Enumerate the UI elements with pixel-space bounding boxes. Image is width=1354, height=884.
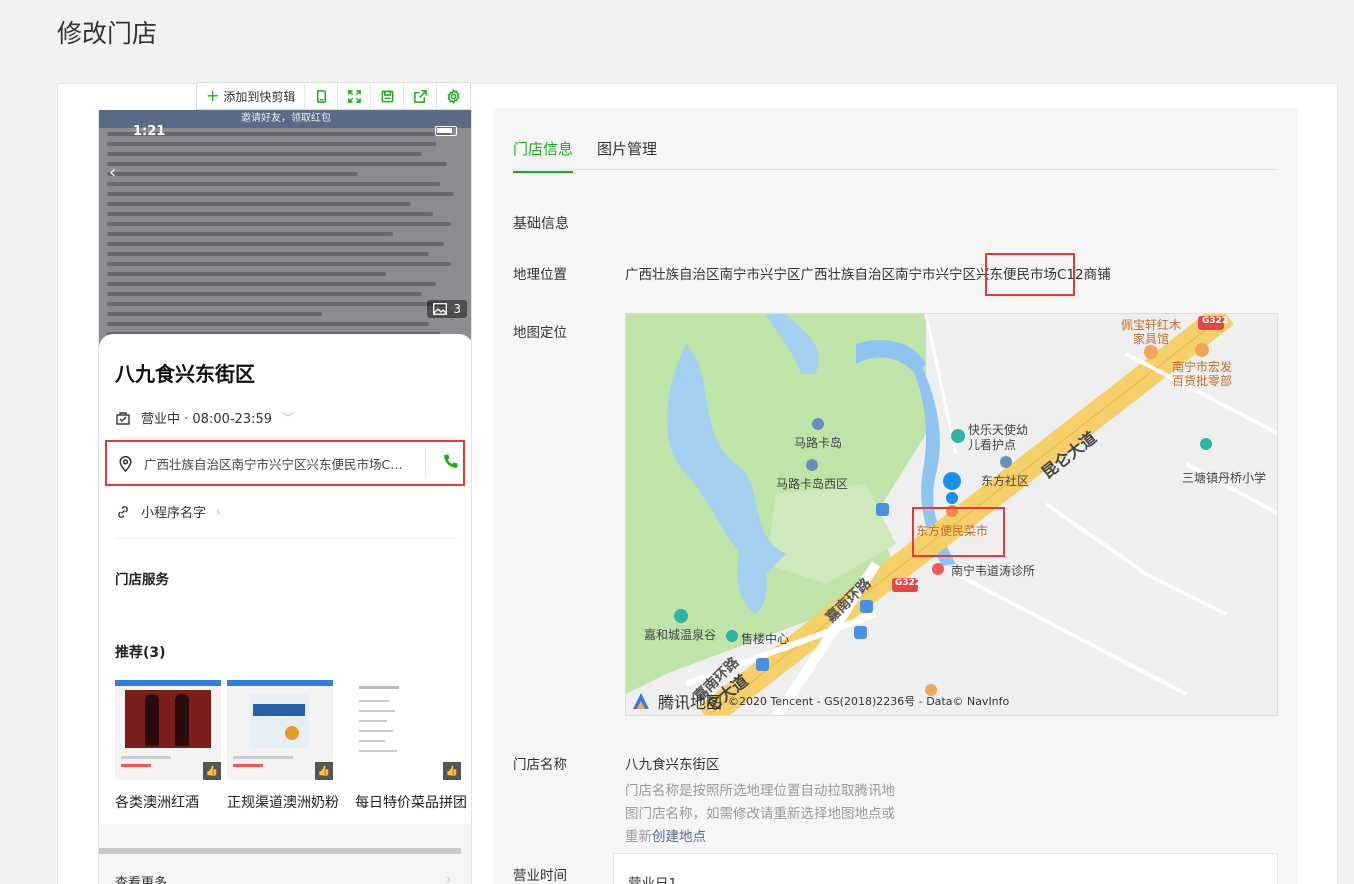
business-hours-row[interactable]: 营业中 · 08:00-23:59 ﹀ <box>115 408 294 427</box>
banner-article-lines <box>107 132 465 346</box>
store-name-value: 八九食兴东街区 <box>625 757 720 773</box>
phone-icon <box>444 454 458 468</box>
call-button[interactable] <box>442 453 459 474</box>
hours-value: 营业日1 <box>628 876 678 884</box>
store-services-title: 门店服务 <box>115 572 169 588</box>
tab-underline <box>513 169 1278 170</box>
recommend-thumbnail: 👍 <box>227 680 333 780</box>
recommend-item[interactable]: 👍 各类澳洲红酒 <box>115 680 221 812</box>
address-highlight-box <box>985 253 1075 296</box>
map-label-kindergarten: 快乐天使幼儿看护点 <box>968 423 1029 452</box>
map-label-malu-island: 马路卡岛 <box>794 436 843 450</box>
store-info-card: 八九食兴东街区 营业中 · 08:00-23:59 ﹀ 广西壮族自治区南宁市兴宁… <box>99 334 471 626</box>
mini-program-name: 小程序名字 <box>141 506 207 521</box>
add-to-clip-button[interactable]: + 添加到快剪辑 <box>197 83 306 109</box>
map-label-dongfang-community: 东方社区 <box>981 474 1030 488</box>
recommend-item-name: 各类澳洲红酒 <box>115 795 199 811</box>
create-location-link[interactable]: 创建地点 <box>652 829 706 845</box>
map-copyright: ©2020 Tencent - GS(2018)2236号 - Data© Na… <box>728 695 1010 708</box>
store-name-label: 门店名称 <box>513 757 567 773</box>
map-footer: 腾讯地图 ©2020 Tencent - GS(2018)2236号 - Dat… <box>630 689 1009 713</box>
recommend-item-name: 每日特价菜品拼团 <box>355 795 467 811</box>
map-g322-badge: G322 <box>895 578 922 588</box>
section-title: 基础信息 <box>513 216 569 232</box>
store-banner-image[interactable]: 邀请好友，领取红包 1:21 ‹ 3 <box>99 110 471 346</box>
plus-icon: + <box>206 86 220 105</box>
thumbs-up-icon: 👍 <box>443 762 461 780</box>
hours-field[interactable]: 营业日1 <box>613 853 1278 884</box>
thumbs-up-icon: 👍 <box>315 762 333 780</box>
battery-icon <box>435 126 457 136</box>
recommend-item[interactable]: 👍 每日特价菜品拼团 <box>355 680 467 812</box>
thumbs-up-icon: 👍 <box>203 762 221 780</box>
fullscreen-icon <box>348 89 361 103</box>
market-highlight-box <box>912 507 1005 557</box>
store-address: 广西壮族自治区南宁市兴宁区兴东便民市场C12商铺 <box>144 456 406 472</box>
map-label-hot-spring: 嘉和城温泉谷 <box>644 628 717 642</box>
image-count: 3 <box>453 302 461 316</box>
shop-icon <box>116 411 130 425</box>
settings-icon <box>447 88 461 104</box>
back-chevron-icon[interactable]: ‹ <box>109 162 116 183</box>
chevron-right-icon: › <box>446 872 451 884</box>
section-divider <box>99 848 461 854</box>
store-name: 八九食兴东街区 <box>115 362 255 386</box>
map-brand: 腾讯地图 <box>658 693 723 712</box>
recommend-section: 推荐(3) 👍 各类澳洲红酒 👍 正规渠道澳洲奶粉 👍 每日特价菜品拼团 <box>99 624 471 824</box>
map-label-wholesale: 南宁市宏发百货批零部 <box>1172 360 1233 388</box>
recommend-thumbnail: 👍 <box>115 680 221 780</box>
address-row-highlight[interactable]: 广西壮族自治区南宁市兴宁区兴东便民市场C12商铺 <box>105 440 465 486</box>
divider <box>115 538 457 539</box>
share-icon <box>414 89 427 103</box>
store-form-panel: 门店信息 图片管理 基础信息 地理位置 广西壮族自治区南宁市兴宁区广西壮族自治区… <box>493 108 1298 884</box>
phone-frame-icon <box>316 89 326 103</box>
recommend-item-name: 正规渠道澳洲奶粉 <box>227 795 339 811</box>
tencent-map-logo-icon <box>633 693 649 709</box>
tab-image-management[interactable]: 图片管理 <box>597 138 657 173</box>
fullscreen-button[interactable] <box>338 83 372 109</box>
business-hours: 营业中 · 08:00-23:59 <box>141 412 273 427</box>
map-g322-badge: G322 <box>1202 316 1229 326</box>
map-label-school: 三塘镇丹桥小学 <box>1182 471 1267 485</box>
location-pin-icon <box>119 455 132 472</box>
save-button[interactable] <box>371 83 405 109</box>
map-label: 地图定位 <box>513 325 567 341</box>
settings-button[interactable] <box>437 83 470 109</box>
divider <box>115 438 457 439</box>
store-name-description: 门店名称是按照所选地理位置自动拉取腾讯地图门店名称，如需修改请重新选择地图地点或… <box>625 780 905 849</box>
page-title: 修改门店 <box>57 19 158 48</box>
recommend-title: 推荐(3) <box>115 645 166 661</box>
location-map[interactable]: 马路卡岛 马路卡岛西区 快乐天使幼儿看护点 东方社区 东方便民菜市 南宁韦道涛诊… <box>625 313 1278 716</box>
recommend-thumbnail: 👍 <box>355 680 461 780</box>
tab-bar: 门店信息 图片管理 <box>513 138 657 173</box>
separator <box>425 449 426 477</box>
link-icon <box>118 505 128 518</box>
save-icon <box>381 90 394 102</box>
phone-frame-button[interactable] <box>305 83 339 109</box>
map-label-malu-west: 马路卡岛西区 <box>776 477 849 491</box>
chevron-right-icon: › <box>216 504 221 519</box>
tab-store-info[interactable]: 门店信息 <box>513 138 574 173</box>
chevron-down-icon: ﹀ <box>282 411 295 425</box>
view-more-link[interactable]: 查看更多 <box>115 872 167 884</box>
image-count-badge[interactable]: 3 <box>427 300 467 318</box>
image-icon <box>433 303 448 315</box>
location-label: 地理位置 <box>513 267 567 283</box>
status-time: 1:21 <box>133 124 166 139</box>
add-to-clip-label: 添加到快剪辑 <box>223 89 296 104</box>
phone-preview: 邀请好友，领取红包 1:21 ‹ 3 八九食兴东街区 营业中 · 08:00-2… <box>98 110 472 884</box>
map-label-clinic: 南宁韦道涛诊所 <box>951 564 1036 578</box>
hours-label: 营业时间 <box>513 868 567 884</box>
recommend-item[interactable]: 👍 正规渠道澳洲奶粉 <box>227 680 339 812</box>
share-button[interactable] <box>404 83 438 109</box>
map-label-furniture: 佩宝轩红木家具馆 <box>1120 318 1181 346</box>
preview-toolbar: + 添加到快剪辑 <box>196 82 472 110</box>
mini-program-row[interactable]: 小程序名字 › <box>115 502 221 521</box>
map-label-sale-center: 售楼中心 <box>741 632 790 646</box>
